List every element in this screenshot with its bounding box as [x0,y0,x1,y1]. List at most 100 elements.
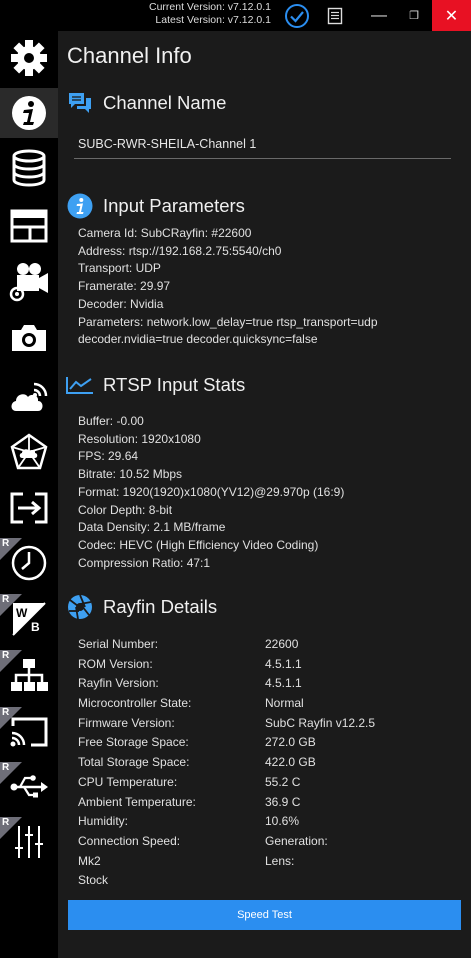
page-title: Channel Info [67,43,192,68]
stat-line: Format: 1920(1920)x1080(YV12)@29.970p (1… [78,484,345,499]
cloud-signal-icon [11,382,48,411]
sidebar-item-clock[interactable]: R [0,538,58,588]
info-icon [12,96,46,130]
detail-value: 22600 [265,637,299,651]
param-line: decoder.nvidia=true decoder.quicksync=fa… [78,332,318,347]
title-bar: Current Version: v7.12.0.1 Latest Versio… [0,0,471,31]
detail-row: Firmware Version: SubC Rayfin v12.2.5 [78,714,375,734]
detail-row: Stock [78,871,196,891]
stat-line: Codec: HEVC (High Efficiency Video Codin… [78,537,319,552]
minimize-button[interactable]: — [362,0,396,31]
release-notes-icon[interactable] [322,0,348,31]
speed-test-button[interactable]: Speed Test [68,900,461,930]
detail-row: Microcontroller State: Normal [78,694,304,714]
badge-label: R [2,762,10,773]
detail-label: Ambient Temperature: [78,794,196,809]
detail-value: Normal [265,696,304,711]
detail-value: 272.0 GB [265,735,316,750]
input-parameters-list: Camera Id: SubCRayfin: #22600 Address: r… [78,225,378,349]
detail-label: Stock [78,873,109,888]
param-line: Address: rtsp://192.168.2.75:5540/ch0 [78,243,282,258]
stat-line: Data Density: 2.1 MB/frame [78,520,226,535]
sidebar: R R W B R R R R [0,31,58,958]
stat-line: Resolution: 1920x1080 [78,431,201,446]
detail-value: 4.5.1.1 [265,676,302,691]
rayfin-details-heading: Rayfin Details [103,596,218,617]
detail-row: Rayfin Version: 4.5.1.1 [78,674,302,694]
detail-label: Microcontroller State: [78,696,192,711]
rayfin-details-table: Serial Number: 22600 ROM Version: 4.5.1.1 … [78,635,375,891]
rtsp-stats-heading: RTSP Input Stats [103,374,246,395]
param-line: Transport: UDP [78,261,161,276]
detail-label: Total Storage Space: [78,755,190,770]
close-button[interactable]: ✕ [432,0,471,31]
detail-label: Mk2 [78,853,101,868]
line-chart-icon [66,371,94,399]
detail-row: Humidity: 10.6% [78,812,299,832]
sidebar-item-white-balance[interactable]: R W B [0,594,58,644]
sidebar-item-usb[interactable]: R [0,762,58,812]
input-parameters-header: Input Parameters [66,192,245,220]
detail-label: Connection Speed: [78,833,181,848]
current-version: Current Version: v7.12.0.1 [149,1,271,13]
sidebar-item-network[interactable]: R [0,650,58,700]
maximize-button[interactable]: ❐ [396,0,432,31]
detail-label: Rayfin Version: [78,676,159,691]
rayfin-details-header: Rayfin Details [66,593,217,621]
update-check-icon[interactable] [283,0,311,31]
detail-row: ROM Version: 4.5.1.1 [78,655,302,675]
chat-icon [66,89,94,117]
detail-row: Free Storage Space: 272.0 GB [78,733,316,753]
stat-line: Color Depth: 8-bit [78,502,173,517]
detail-row: Connection Speed: Generation: [78,832,328,852]
sidebar-item-layout[interactable] [0,201,58,251]
channel-name-underline [74,158,451,159]
rtsp-stats-header: RTSP Input Stats [66,371,245,399]
detail-value: Lens: [265,853,295,868]
network-cloud-icon [10,433,48,470]
detail-row: Ambient Temperature: 36.9 C [78,793,300,813]
sidebar-item-settings[interactable] [0,33,58,83]
badge-label: R [2,538,10,549]
svg-text:B: B [31,620,40,634]
version-info: Current Version: v7.12.0.1 Latest Versio… [149,1,271,27]
stat-line: Bitrate: 10.52 Mbps [78,467,183,482]
detail-label: Humidity: [78,814,129,829]
sidebar-item-snapshot[interactable] [0,313,58,363]
detail-value: 4.5.1.1 [265,656,302,671]
sidebar-item-adjustments[interactable]: R [0,817,58,867]
channel-name-header: Channel Name [66,89,226,117]
sidebar-item-cloud-stream[interactable] [0,371,58,421]
badge-label: R [2,817,10,828]
info-circle-icon [66,192,94,220]
layout-icon [10,209,48,243]
sidebar-item-output[interactable] [0,483,58,533]
param-line: Framerate: 29.97 [78,279,171,294]
detail-row: Total Storage Space: 422.0 GB [78,753,316,773]
detail-value: 36.9 C [265,794,301,809]
camera-icon [12,325,46,351]
detail-row: CPU Temperature: 55.2 C [78,773,300,793]
detail-value: 10.6% [265,814,300,829]
gear-icon [11,40,47,76]
channel-name-heading: Channel Name [103,92,227,113]
detail-value: 422.0 GB [265,755,316,770]
badge-label: R [2,594,10,605]
channel-name-field[interactable]: SUBC-RWR-SHEILA-Channel 1 [78,137,256,151]
rtsp-stats-list: Buffer: -0.00 Resolution: 1920x1080 FPS:… [78,413,344,572]
sidebar-item-database[interactable] [0,143,58,193]
param-line: Decoder: Nvidia [78,296,164,311]
badge-label: R [2,707,10,718]
detail-value: 55.2 C [265,774,301,789]
param-line: Camera Id: SubCRayfin: #22600 [78,226,252,240]
sidebar-item-channel-info[interactable] [0,88,58,138]
video-camera-gear-icon [9,263,48,302]
sidebar-item-network-cloud[interactable] [0,427,58,477]
sidebar-item-cast[interactable]: R [0,707,58,757]
detail-row: Mk2 Lens: [78,852,294,872]
stat-line: FPS: 29.64 [78,449,139,464]
detail-label: ROM Version: [78,656,153,671]
sidebar-item-camera-settings[interactable] [0,257,58,307]
detail-label: Free Storage Space: [78,735,189,750]
badge-label: R [2,650,10,661]
